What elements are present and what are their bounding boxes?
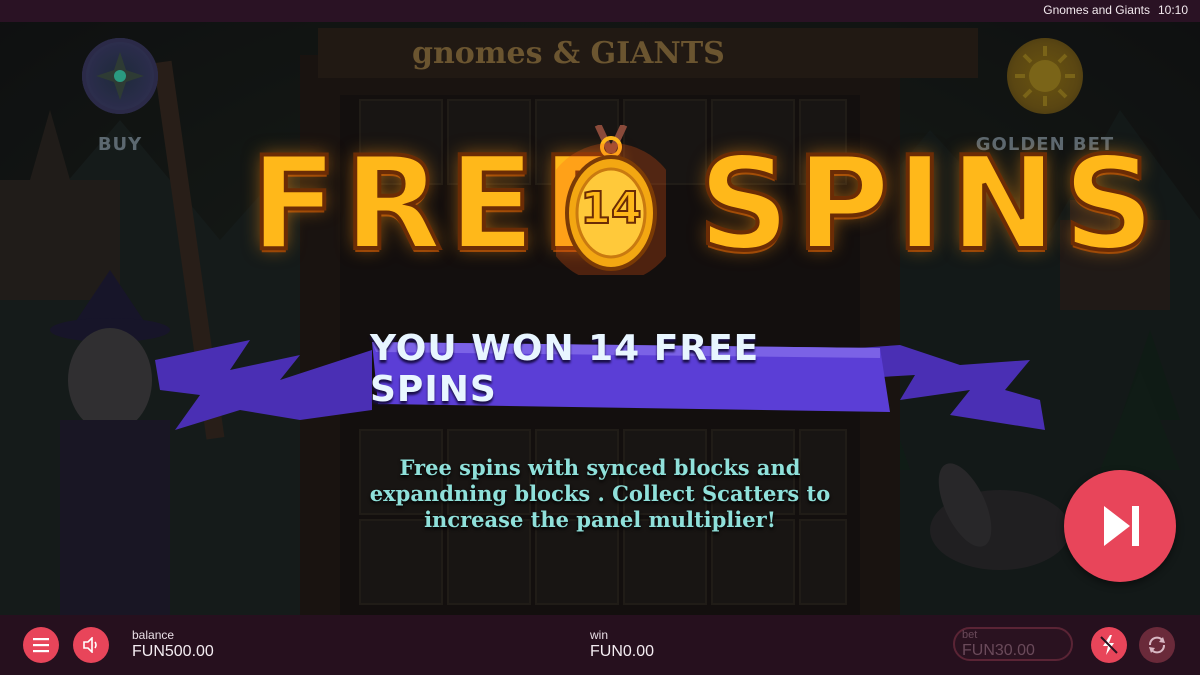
sound-button[interactable] xyxy=(73,627,109,663)
sound-icon xyxy=(83,637,97,653)
won-banner: YOU WON 14 FREE SPINS xyxy=(370,328,890,410)
won-banner-text: YOU WON 14 FREE SPINS xyxy=(370,328,760,410)
spins-medal: 14 xyxy=(556,125,666,275)
game-scene: gnomes & GIANTS BUY GOLDEN BET FREE SPIN… xyxy=(0,0,1200,615)
menu-button[interactable] xyxy=(23,627,59,663)
menu-icon xyxy=(33,638,49,653)
bet-value: FUN30.00 xyxy=(962,642,1035,659)
spins-count: 14 xyxy=(579,182,642,235)
window-title: Gnomes and Giants xyxy=(1043,3,1150,17)
turbo-button[interactable] xyxy=(1091,627,1127,663)
bet-label: bet xyxy=(962,629,978,641)
buy-button[interactable]: BUY xyxy=(60,38,180,155)
game-logo: gnomes & GIANTS xyxy=(412,36,725,71)
autoplay-icon xyxy=(1149,636,1165,654)
compass-icon xyxy=(82,38,158,114)
skip-button[interactable] xyxy=(1064,470,1176,582)
sun-icon xyxy=(1007,38,1083,114)
clock: 10:10 xyxy=(1157,3,1188,17)
title-clock: Gnomes and Giants 10:10 xyxy=(1043,3,1188,17)
skip-icon xyxy=(1104,506,1139,546)
win-label: win xyxy=(590,628,609,642)
title-bar: Gnomes and Giants 10:10 xyxy=(0,0,1200,22)
buy-label: BUY xyxy=(97,134,143,155)
balance-label: balance xyxy=(132,628,175,642)
autoplay-button[interactable] xyxy=(1139,627,1175,663)
win-value: FUN0.00 xyxy=(590,643,655,660)
turbo-icon xyxy=(1100,635,1118,655)
free-spins-description: Free spins with synced blocks and expand… xyxy=(369,455,831,532)
spins-title: SPINS xyxy=(696,128,1161,281)
balance-value: FUN500.00 xyxy=(132,643,214,660)
